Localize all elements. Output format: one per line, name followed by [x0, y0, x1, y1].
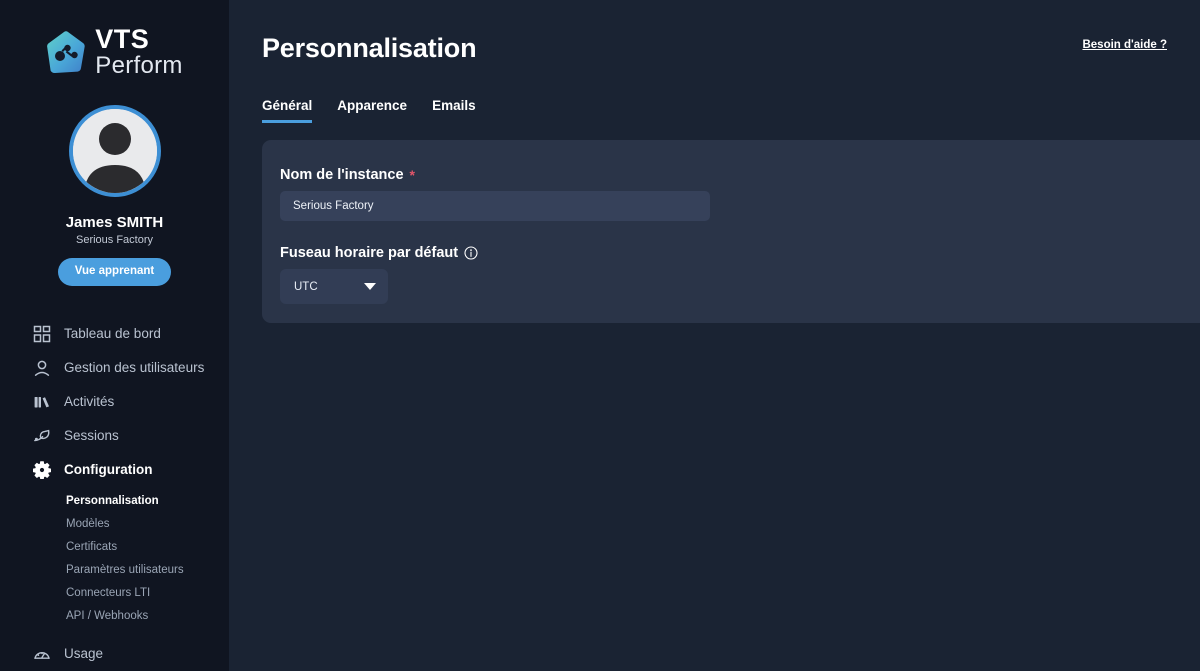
timezone-select[interactable]: UTC [280, 269, 388, 304]
gauge-speedometer-icon [32, 644, 51, 663]
timezone-select-value: UTC [294, 280, 318, 293]
sidebar-item-dashboard[interactable]: Tableau de bord [0, 317, 229, 351]
user-avatar-icon [72, 109, 157, 193]
profile-organization: Serious Factory [75, 234, 154, 246]
logo-wordmark: VTS Perform [95, 26, 182, 78]
sidebar-item-label: Sessions [64, 428, 119, 443]
tab-emails[interactable]: Emails [432, 99, 476, 123]
app-logo[interactable]: VTS Perform [0, 0, 229, 78]
subnav-item-connecteurs-lti[interactable]: Connecteurs LTI [0, 582, 229, 605]
help-link[interactable]: Besoin d'aide ? [1082, 39, 1167, 51]
user-profile: James SMITH Serious Factory Vue apprenan… [0, 105, 229, 286]
instance-name-input[interactable] [280, 191, 710, 221]
app-root: VTS Perform James SMITH Serious Factory … [0, 0, 1200, 671]
instance-name-label: Nom de l'instance * [280, 167, 415, 183]
dashboard-grid-icon [32, 324, 51, 343]
info-circle-icon[interactable] [464, 246, 478, 260]
sidebar-item-label: Usage [64, 646, 104, 661]
page-title: Personnalisation [262, 33, 477, 63]
sidebar-item-label: Tableau de bord [64, 326, 161, 341]
sessions-sprout-icon [32, 426, 51, 445]
sidebar-item-configuration[interactable]: Configuration [0, 453, 229, 487]
chevron-down-icon [364, 283, 376, 290]
learner-view-button[interactable]: Vue apprenant [57, 258, 172, 286]
sidebar-item-label: Configuration [64, 462, 153, 477]
logo-line-2: Perform [95, 52, 183, 79]
tab-general[interactable]: Général [262, 99, 313, 123]
subnav-item-modeles[interactable]: Modèles [0, 513, 229, 536]
sidebar-item-user-management[interactable]: Gestion des utilisateurs [0, 351, 229, 385]
subnav-item-parametres-utilisateurs[interactable]: Paramètres utilisateurs [0, 559, 229, 582]
subnav-item-personnalisation[interactable]: Personnalisation [0, 490, 229, 513]
sidebar-item-sessions[interactable]: Sessions [0, 419, 229, 453]
sidebar-item-usage[interactable]: Usage [0, 637, 229, 671]
main-content: Personnalisation Besoin d'aide ? Général… [229, 0, 1200, 671]
vts-network-hexagon-logo-icon [46, 30, 86, 74]
settings-tabs: Général Apparence Emails [262, 99, 476, 123]
subnav-item-certificats[interactable]: Certificats [0, 536, 229, 559]
timezone-label-text: Fuseau horaire par défaut [280, 245, 459, 261]
profile-name: James SMITH [65, 214, 164, 231]
required-asterisk: * [409, 167, 415, 183]
activities-books-icon [32, 392, 51, 411]
sidebar-navigation: Tableau de bord Gestion des utilisateurs [0, 317, 229, 671]
sidebar-item-label: Gestion des utilisateurs [64, 360, 205, 375]
subnav-item-api-webhooks[interactable]: API / Webhooks [0, 605, 229, 628]
gear-icon [32, 460, 51, 479]
configuration-submenu: Personnalisation Modèles Certificats Par… [0, 490, 229, 628]
logo-line-1: VTS [95, 24, 150, 54]
tab-apparence[interactable]: Apparence [337, 99, 407, 123]
timezone-label: Fuseau horaire par défaut [280, 245, 478, 261]
general-settings-card: Nom de l'instance * Fuseau horaire par d… [262, 140, 1200, 323]
user-management-icon [32, 358, 51, 377]
avatar[interactable] [68, 105, 161, 197]
instance-name-label-text: Nom de l'instance [280, 167, 404, 183]
sidebar-item-label: Activités [64, 394, 115, 409]
sidebar: VTS Perform James SMITH Serious Factory … [0, 0, 229, 671]
sidebar-item-activities[interactable]: Activités [0, 385, 229, 419]
